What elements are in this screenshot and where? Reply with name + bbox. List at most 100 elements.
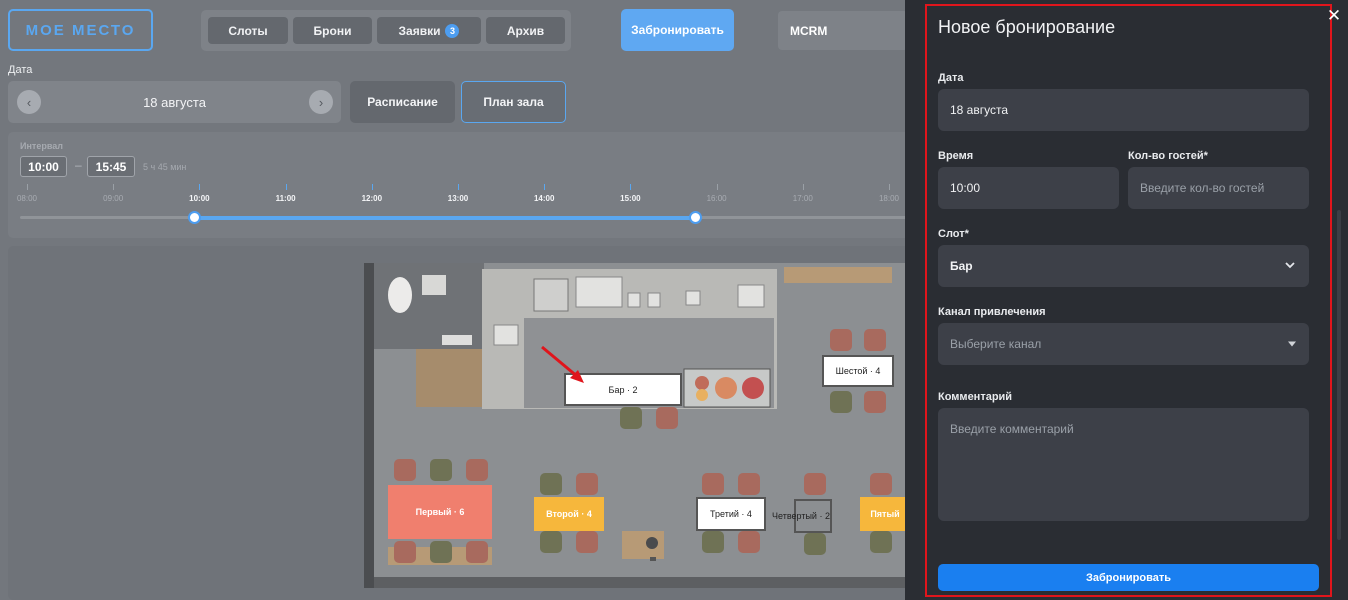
organization-name[interactable]: MCRM — [778, 11, 908, 50]
schedule-view-button[interactable]: Расписание — [350, 81, 455, 123]
time-field-value: 10:00 — [950, 181, 981, 195]
comment-field-label: Комментарий — [938, 391, 1013, 403]
arrow-icon — [541, 345, 584, 383]
table-sixth[interactable]: Шестой · 4 — [822, 355, 894, 387]
chair — [656, 407, 678, 429]
timeline-tick-mark — [802, 184, 804, 190]
chair — [738, 531, 760, 553]
submit-booking-button[interactable]: Забронировать — [938, 564, 1319, 591]
requests-count-badge: 3 — [445, 23, 460, 38]
guests-placeholder: Введите кол-во гостей — [1140, 181, 1265, 195]
close-icon[interactable]: ✕ — [1326, 6, 1342, 26]
chair — [540, 473, 562, 495]
main-tabs: Слоты Брони Заявки 3 Архив — [201, 10, 571, 51]
guests-field-label: Кол-во гостей* — [1128, 150, 1208, 162]
chair — [864, 391, 886, 413]
slot-select[interactable]: Бар — [938, 245, 1309, 287]
date-field-label: Дата — [938, 72, 964, 84]
logo[interactable]: МОЕ МЕСТО — [8, 9, 153, 51]
table-label: Четвертый · 2 — [772, 511, 830, 521]
interval-end[interactable]: 15:45 — [87, 156, 135, 177]
date-label: Дата — [8, 64, 33, 76]
timeline-tick-mark — [199, 184, 201, 190]
table-second[interactable]: Второй · 4 — [534, 497, 604, 531]
chair — [394, 541, 416, 563]
prev-day-button[interactable]: ‹ — [17, 90, 41, 114]
table-fifth[interactable]: Пятый — [860, 497, 906, 531]
book-button[interactable]: Забронировать — [621, 9, 734, 51]
timeline-tick-label: 10:00 — [189, 194, 210, 203]
interval-start[interactable]: 10:00 — [20, 156, 67, 177]
table-first[interactable]: Первый · 6 — [388, 485, 492, 539]
chair — [466, 541, 488, 563]
date-picker: ‹ 18 августа › — [8, 81, 341, 123]
table-label: Второй · 4 — [546, 509, 592, 519]
timeline-tick-label: 15:00 — [620, 194, 641, 203]
comment-placeholder: Введите комментарий — [950, 422, 1074, 436]
table-fourth[interactable]: Четвертый · 2 — [772, 499, 832, 533]
chair — [738, 473, 760, 495]
chair — [620, 407, 642, 429]
tab-archive[interactable]: Архив — [486, 17, 565, 44]
date-value: 18 августа — [143, 94, 206, 110]
table-label: Пятый — [870, 509, 900, 519]
chair — [830, 329, 852, 351]
timeline-selected-range — [195, 216, 696, 220]
timeline-tick-label: 18:00 — [878, 194, 900, 203]
tab-requests[interactable]: Заявки 3 — [377, 17, 481, 44]
table-label: Первый · 6 — [415, 507, 465, 517]
chair — [430, 459, 452, 481]
slot-field-label: Слот* — [938, 228, 969, 240]
interval-duration: 5 ч 45 мин — [143, 162, 187, 172]
chair — [870, 531, 892, 553]
floor-plan: Бар · 2 Шестой · 4 Первый · 6 Второй · 4… — [364, 263, 906, 588]
table-label: Бар · 2 — [608, 384, 638, 395]
timeline-tick-mark — [716, 184, 718, 190]
tab-bookings[interactable]: Брони — [293, 17, 372, 44]
time-field[interactable]: 10:00 — [938, 167, 1119, 209]
chair — [576, 473, 598, 495]
comment-textarea[interactable]: Введите комментарий — [938, 408, 1309, 521]
date-field[interactable]: 18 августа — [938, 89, 1309, 131]
interval-label: Интервал — [20, 141, 63, 151]
panel-title: Новое бронирование — [938, 17, 1116, 37]
chair — [540, 531, 562, 553]
timeline-tick-mark — [27, 184, 28, 190]
interval-end-handle[interactable] — [689, 211, 702, 224]
timeline-tick-mark — [371, 184, 373, 190]
timeline-tick-label: 14:00 — [533, 194, 555, 203]
chair — [864, 329, 886, 351]
table-third[interactable]: Третий · 4 — [696, 497, 766, 531]
tab-label: Архив — [506, 23, 545, 38]
timeline-tick-label: 09:00 — [103, 194, 124, 203]
slot-value: Бар — [950, 259, 973, 273]
panel-scrollbar[interactable] — [1337, 210, 1341, 540]
interval-panel: Интервал 10:00 – 15:45 5 ч 45 мин 08:00 0… — [8, 132, 928, 238]
tab-slots[interactable]: Слоты — [208, 17, 288, 44]
chair — [804, 473, 826, 495]
time-field-label: Время — [938, 150, 974, 162]
caret-down-icon — [1288, 341, 1296, 347]
interval-separator: – — [75, 158, 82, 172]
timeline-tick-label: 17:00 — [792, 194, 813, 203]
chair — [830, 391, 852, 413]
chevron-down-icon — [1285, 260, 1295, 272]
table-label: Третий · 4 — [710, 509, 752, 519]
table-label: Шестой · 4 — [835, 366, 881, 376]
guests-input[interactable]: Введите кол-во гостей — [1128, 167, 1309, 209]
timeline-tick-mark — [544, 184, 546, 190]
tab-label: Слоты — [228, 23, 268, 38]
channel-field-label: Канал привлечения — [938, 306, 1046, 318]
channel-placeholder: Выберите канал — [950, 337, 1042, 351]
channel-select[interactable]: Выберите канал — [938, 323, 1309, 365]
chair — [702, 531, 724, 553]
timeline-tick-mark — [113, 184, 115, 190]
timeline-tick-mark — [458, 184, 459, 190]
next-day-button[interactable]: › — [309, 90, 333, 114]
chair — [430, 541, 452, 563]
chair — [870, 473, 892, 495]
timeline-tick-label: 08:00 — [16, 194, 38, 203]
tab-label: Брони — [313, 23, 352, 38]
floor-plan-view-button[interactable]: План зала — [461, 81, 566, 123]
interval-start-handle[interactable] — [188, 211, 201, 224]
